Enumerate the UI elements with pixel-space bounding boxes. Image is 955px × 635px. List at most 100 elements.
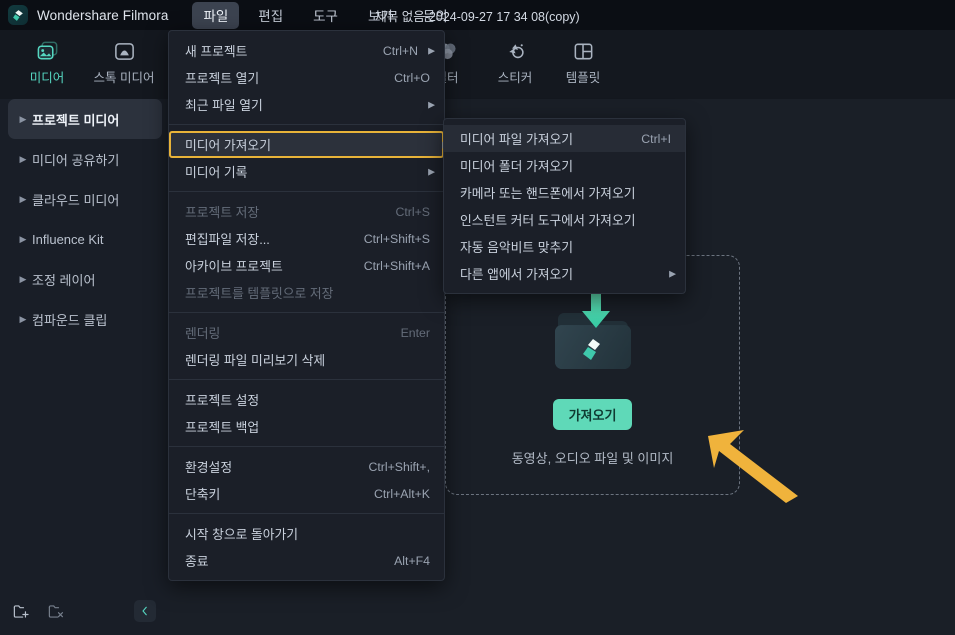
menu-item-label: 프로젝트 열기 xyxy=(185,71,260,86)
menu-item-label: 최근 파일 열기 xyxy=(185,98,263,113)
menu-item-label: 자동 음악비트 맞추기 xyxy=(460,240,574,255)
stock-media-icon xyxy=(113,39,136,63)
sidebar-item-compound-clip[interactable]: ▶ 컴파운드 클립 xyxy=(8,299,162,339)
menu-item-delete-render-preview[interactable]: 렌더링 파일 미리보기 삭제 xyxy=(169,346,444,373)
sidebar-item-adjustment-layer[interactable]: ▶ 조정 레이어 xyxy=(8,259,162,299)
tool-tab-template[interactable]: 템플릿 xyxy=(550,33,616,91)
menu-separator xyxy=(169,124,444,125)
menu-item-label: 편집파일 저장... xyxy=(185,232,270,247)
sidebar-item-label: 컴파운드 클립 xyxy=(32,312,108,328)
menu-item-import-media[interactable]: 미디어 가져오기 ▶ xyxy=(169,131,449,158)
menu-separator xyxy=(169,191,444,192)
app-title: Wondershare Filmora xyxy=(37,7,169,23)
menu-item-open-recent[interactable]: 최근 파일 열기 ▶ xyxy=(169,91,444,118)
menu-item-label: 새 프로젝트 xyxy=(185,44,248,59)
chevron-right-icon: ▶ xyxy=(428,45,435,55)
chevron-right-icon: ▶ xyxy=(19,313,27,324)
import-folder-icon xyxy=(538,283,648,393)
submenu-item-import-from-other-apps[interactable]: 다른 앱에서 가져오기 ▶ xyxy=(444,260,685,287)
tool-tab-media[interactable]: 미디어 xyxy=(14,33,80,91)
chevron-right-icon: ▶ xyxy=(19,233,27,244)
menu-item-open-project[interactable]: 프로젝트 열기 Ctrl+O xyxy=(169,64,444,91)
sidebar-item-share-media[interactable]: ▶ 미디어 공유하기 xyxy=(8,139,162,179)
project-media-sidebar: ▶ 프로젝트 미디어 ▶ 미디어 공유하기 ▶ 클라우드 미디어 ▶ Influ… xyxy=(0,99,170,635)
tool-tab-sticker[interactable]: 스티커 xyxy=(482,33,548,91)
chevron-right-icon: ▶ xyxy=(428,166,435,176)
tool-tab-stock-media[interactable]: 스톡 미디어 xyxy=(80,33,168,91)
sidebar-item-label: 미디어 공유하기 xyxy=(32,152,120,168)
menu-item-label: 종료 xyxy=(185,554,209,569)
submenu-item-import-from-instant-cutter[interactable]: 인스턴트 커터 도구에서 가져오기 xyxy=(444,206,685,233)
sidebar-item-label: Influence Kit xyxy=(32,231,104,247)
menu-tab-file[interactable]: 파일 xyxy=(192,1,240,29)
menu-tab-view[interactable]: 보기 xyxy=(357,2,404,29)
menu-item-label: 미디어 폴더 가져오기 xyxy=(460,159,574,174)
menu-item-media-record[interactable]: 미디어 기록 ▶ xyxy=(169,158,444,185)
menu-item-label: 미디어 기록 xyxy=(185,165,248,180)
title-bar: Wondershare Filmora 파일 편집 도구 보기 문의 제목 없음… xyxy=(0,0,955,30)
menu-item-shortcut: Ctrl+Shift+A xyxy=(363,258,430,273)
menu-item-shortcut: Ctrl+N xyxy=(382,43,418,58)
menu-item-exit[interactable]: 종료 Alt+F4 xyxy=(169,547,444,574)
menu-tab-edit[interactable]: 편집 xyxy=(247,2,294,29)
filmora-window: Wondershare Filmora 파일 편집 도구 보기 문의 제목 없음… xyxy=(0,0,955,635)
chevron-right-icon: ▶ xyxy=(428,99,435,109)
tool-tab-label: 템플릿 xyxy=(565,70,601,85)
menu-item-preferences[interactable]: 환경설정 Ctrl+Shift+, xyxy=(169,453,444,480)
menu-separator xyxy=(169,312,444,313)
tool-tab-label: 스톡 미디어 xyxy=(93,70,155,85)
new-folder-icon[interactable] xyxy=(12,602,31,621)
collapse-panel-icon[interactable] xyxy=(134,600,156,622)
filmora-logo-icon xyxy=(8,5,28,25)
menu-tab-tools[interactable]: 도구 xyxy=(302,2,349,29)
menu-item-label: 렌더링 xyxy=(185,326,221,341)
menu-tab-contact[interactable]: 문의 xyxy=(412,2,459,29)
menu-item-shortcut: Alt+F4 xyxy=(394,553,430,568)
menu-separator xyxy=(169,379,444,380)
menu-item-project-backup[interactable]: 프로젝트 백업 xyxy=(169,413,444,440)
menu-separator xyxy=(169,513,444,514)
import-media-submenu: 미디어 파일 가져오기 Ctrl+I 미디어 폴더 가져오기 카메라 또는 핸드… xyxy=(443,118,686,294)
tool-tab-label: 스티커 xyxy=(497,70,533,85)
menu-item-shortcut: Ctrl+I xyxy=(641,131,671,146)
chevron-right-icon: ▶ xyxy=(19,113,27,124)
delete-folder-icon[interactable] xyxy=(47,602,66,621)
menu-item-label: 시작 창으로 돌아가기 xyxy=(185,527,299,542)
menu-item-new-project[interactable]: 새 프로젝트 Ctrl+N ▶ xyxy=(169,37,444,64)
menu-item-shortcut: Enter xyxy=(400,325,430,340)
menu-item-back-to-start-window[interactable]: 시작 창으로 돌아가기 xyxy=(169,520,444,547)
import-button[interactable]: 가져오기 xyxy=(552,399,633,430)
sidebar-item-project-media[interactable]: ▶ 프로젝트 미디어 xyxy=(8,99,162,139)
sidebar-item-label: 클라우드 미디어 xyxy=(32,192,120,208)
menu-item-save-edit-file[interactable]: 편집파일 저장... Ctrl+Shift+S xyxy=(169,225,444,252)
media-icon xyxy=(36,39,59,63)
tool-tab-label: 미디어 xyxy=(29,70,65,85)
sidebar-item-label: 조정 레이어 xyxy=(32,272,96,288)
menu-item-project-settings[interactable]: 프로젝트 설정 xyxy=(169,386,444,413)
sidebar-item-cloud-media[interactable]: ▶ 클라우드 미디어 xyxy=(8,179,162,219)
sidebar-item-influence-kit[interactable]: ▶ Influence Kit xyxy=(8,219,162,259)
submenu-item-import-media-file[interactable]: 미디어 파일 가져오기 Ctrl+I xyxy=(444,125,685,152)
menu-bar: 파일 편집 도구 보기 문의 xyxy=(192,0,466,30)
menu-separator xyxy=(169,446,444,447)
menu-item-label: 미디어 파일 가져오기 xyxy=(460,132,574,147)
menu-item-archive-project[interactable]: 아카이브 프로젝트 Ctrl+Shift+A xyxy=(169,252,444,279)
menu-item-label: 카메라 또는 핸드폰에서 가져오기 xyxy=(460,186,636,201)
chevron-right-icon: ▶ xyxy=(669,268,676,278)
dropzone-caption: 동영상, 오디오 파일 및 이미지 xyxy=(511,451,674,466)
menu-item-shortcut: Ctrl+S xyxy=(395,204,430,219)
sidebar-item-label: 프로젝트 미디어 xyxy=(32,112,120,128)
menu-item-label: 프로젝트 저장 xyxy=(185,205,260,220)
menu-item-shortcut: Ctrl+Shift+S xyxy=(363,231,430,246)
submenu-item-auto-beat-sync[interactable]: 자동 음악비트 맞추기 xyxy=(444,233,685,260)
menu-item-label: 프로젝트 설정 xyxy=(185,393,260,408)
submenu-item-import-media-folder[interactable]: 미디어 폴더 가져오기 xyxy=(444,152,685,179)
menu-item-label: 다른 앱에서 가져오기 xyxy=(460,267,574,282)
sticker-icon xyxy=(504,39,527,63)
menu-item-shortcut: Ctrl+O xyxy=(394,70,430,85)
menu-item-label: 단축키 xyxy=(185,487,221,502)
menu-item-shortcuts[interactable]: 단축키 Ctrl+Alt+K xyxy=(169,480,444,507)
menu-item-save-project: 프로젝트 저장 Ctrl+S xyxy=(169,198,444,225)
submenu-item-import-from-camera-phone[interactable]: 카메라 또는 핸드폰에서 가져오기 xyxy=(444,179,685,206)
menu-item-save-as-template: 프로젝트를 템플릿으로 저장 xyxy=(169,279,444,306)
